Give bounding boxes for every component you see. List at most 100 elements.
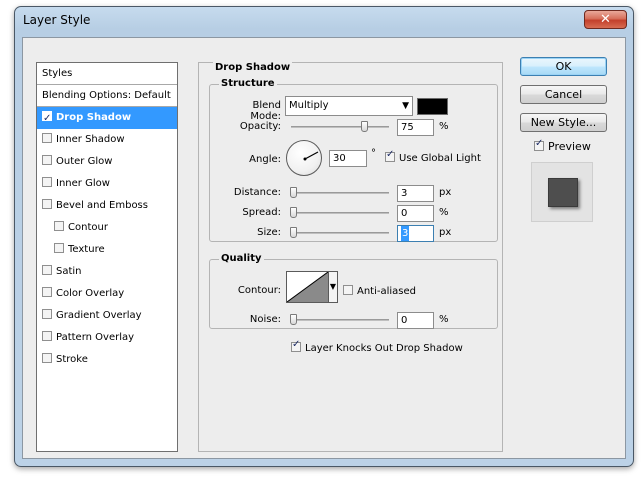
preview-label: Preview xyxy=(548,140,591,153)
spread-field[interactable]: 0 xyxy=(397,205,434,222)
chevron-down-icon: ▼ xyxy=(329,282,337,291)
opacity-field[interactable]: 75 xyxy=(397,119,434,136)
angle-label: Angle: xyxy=(249,154,281,165)
style-item-checkbox[interactable] xyxy=(42,309,52,319)
distance-label: Distance: xyxy=(233,187,281,198)
blend-mode-select[interactable]: Multiply ▼ xyxy=(285,96,413,116)
style-item-label: Texture xyxy=(68,244,105,255)
spread-slider-track[interactable] xyxy=(291,212,389,214)
style-item-label: Drop Shadow xyxy=(56,112,132,123)
noise-slider-thumb[interactable] xyxy=(290,314,297,325)
distance-field[interactable]: 3 xyxy=(397,185,434,202)
knocks-out-label: Layer Knocks Out Drop Shadow xyxy=(305,343,463,354)
style-item[interactable]: Texture xyxy=(37,239,177,261)
style-item-checkbox[interactable] xyxy=(42,177,52,187)
noise-label: Noise: xyxy=(249,314,281,325)
angle-unit: ° xyxy=(371,148,376,159)
size-slider-thumb[interactable] xyxy=(290,227,297,238)
layer-style-window: Layer Style ✕ Styles Blending Options: D… xyxy=(14,6,634,467)
style-item-label: Satin xyxy=(56,266,82,277)
opacity-slider-track[interactable] xyxy=(291,126,389,128)
preview-box-check[interactable] xyxy=(534,138,544,151)
style-item-label: Inner Glow xyxy=(56,178,110,189)
contour-label: Contour: xyxy=(237,285,281,296)
style-item-checkbox[interactable] xyxy=(42,265,52,275)
noise-unit: % xyxy=(439,314,449,325)
use-global-light-label: Use Global Light xyxy=(399,153,481,164)
preview-checkbox[interactable]: Preview xyxy=(534,138,591,153)
style-item-label: Bevel and Emboss xyxy=(56,200,148,211)
use-global-light-box[interactable] xyxy=(385,149,395,162)
cancel-button[interactable]: Cancel xyxy=(520,85,607,104)
style-item-checkbox[interactable] xyxy=(42,155,52,165)
style-item[interactable]: Outer Glow xyxy=(37,151,177,173)
style-item-label: Color Overlay xyxy=(56,288,125,299)
anti-aliased-box[interactable] xyxy=(343,285,353,295)
styles-header[interactable]: Styles xyxy=(37,63,177,85)
distance-slider-track[interactable] xyxy=(291,192,389,194)
size-field[interactable]: 3 xyxy=(397,225,434,242)
dialog-client: Styles Blending Options: Default Drop Sh… xyxy=(22,37,626,459)
title-bar[interactable]: Layer Style ✕ xyxy=(15,7,633,37)
noise-field[interactable]: 0 xyxy=(397,312,434,329)
style-item[interactable]: Satin xyxy=(37,261,177,283)
size-value: 3 xyxy=(401,226,410,241)
blending-options-item[interactable]: Blending Options: Default xyxy=(37,85,177,107)
distance-slider-thumb[interactable] xyxy=(290,187,297,198)
style-item-checkbox[interactable] xyxy=(42,133,52,143)
style-item-label: Contour xyxy=(68,222,108,233)
spread-unit: % xyxy=(439,207,449,218)
preview-swatch xyxy=(548,178,578,207)
close-button[interactable]: ✕ xyxy=(584,10,627,29)
style-item[interactable]: Bevel and Emboss xyxy=(37,195,177,217)
style-item[interactable]: Inner Shadow xyxy=(37,129,177,151)
knocks-out-checkbox[interactable]: Layer Knocks Out Drop Shadow xyxy=(291,339,463,354)
style-item-label: Pattern Overlay xyxy=(56,332,135,343)
angle-field[interactable]: 30 xyxy=(329,150,367,167)
style-item[interactable]: Contour xyxy=(37,217,177,239)
style-item[interactable]: Stroke xyxy=(37,349,177,371)
styles-list: Styles Blending Options: Default Drop Sh… xyxy=(36,62,178,452)
knocks-out-box[interactable] xyxy=(291,339,301,352)
anti-aliased-label: Anti-aliased xyxy=(357,286,417,297)
drop-shadow-title: Drop Shadow xyxy=(213,62,293,73)
anti-aliased-checkbox[interactable]: Anti-aliased xyxy=(343,285,416,297)
blend-color-swatch[interactable] xyxy=(417,98,448,115)
use-global-light-checkbox[interactable]: Use Global Light xyxy=(385,149,481,164)
size-unit: px xyxy=(439,227,452,238)
opacity-slider-thumb[interactable] xyxy=(360,121,368,132)
spread-slider-thumb[interactable] xyxy=(290,207,297,218)
style-item[interactable]: Drop Shadow xyxy=(37,107,177,130)
contour-curve-icon[interactable] xyxy=(286,271,329,303)
window-title: Layer Style xyxy=(23,13,91,27)
style-item-checkbox[interactable] xyxy=(54,221,64,231)
style-item-checkbox[interactable] xyxy=(42,331,52,341)
ok-button[interactable]: OK xyxy=(520,57,607,76)
style-item-checkbox[interactable] xyxy=(42,353,52,363)
style-item[interactable]: Gradient Overlay xyxy=(37,305,177,327)
contour-dropdown-button[interactable]: ▼ xyxy=(329,271,338,303)
opacity-label: Opacity: xyxy=(239,121,281,132)
size-label: Size: xyxy=(257,227,281,238)
style-item-label: Stroke xyxy=(56,354,88,365)
structure-title: Structure xyxy=(219,78,277,89)
distance-unit: px xyxy=(439,187,452,198)
style-item-label: Gradient Overlay xyxy=(56,310,142,321)
angle-dial-icon[interactable] xyxy=(286,140,322,176)
opacity-unit: % xyxy=(439,121,449,132)
style-item-checkbox[interactable] xyxy=(54,243,64,253)
style-item[interactable]: Color Overlay xyxy=(37,283,177,305)
style-item-checkbox[interactable] xyxy=(42,108,52,130)
quality-title: Quality xyxy=(219,253,264,264)
noise-slider-track[interactable] xyxy=(291,319,389,321)
close-icon: ✕ xyxy=(600,12,611,27)
style-item-checkbox[interactable] xyxy=(42,287,52,297)
style-item-checkbox[interactable] xyxy=(42,199,52,209)
style-item-label: Inner Shadow xyxy=(56,134,125,145)
drop-shadow-panel: Drop Shadow Structure Blend Mode: Multip… xyxy=(198,62,503,452)
style-item[interactable]: Inner Glow xyxy=(37,173,177,195)
size-slider-track[interactable] xyxy=(291,232,389,234)
new-style-button[interactable]: New Style... xyxy=(520,113,607,132)
style-item[interactable]: Pattern Overlay xyxy=(37,327,177,349)
preview-area xyxy=(531,162,593,222)
